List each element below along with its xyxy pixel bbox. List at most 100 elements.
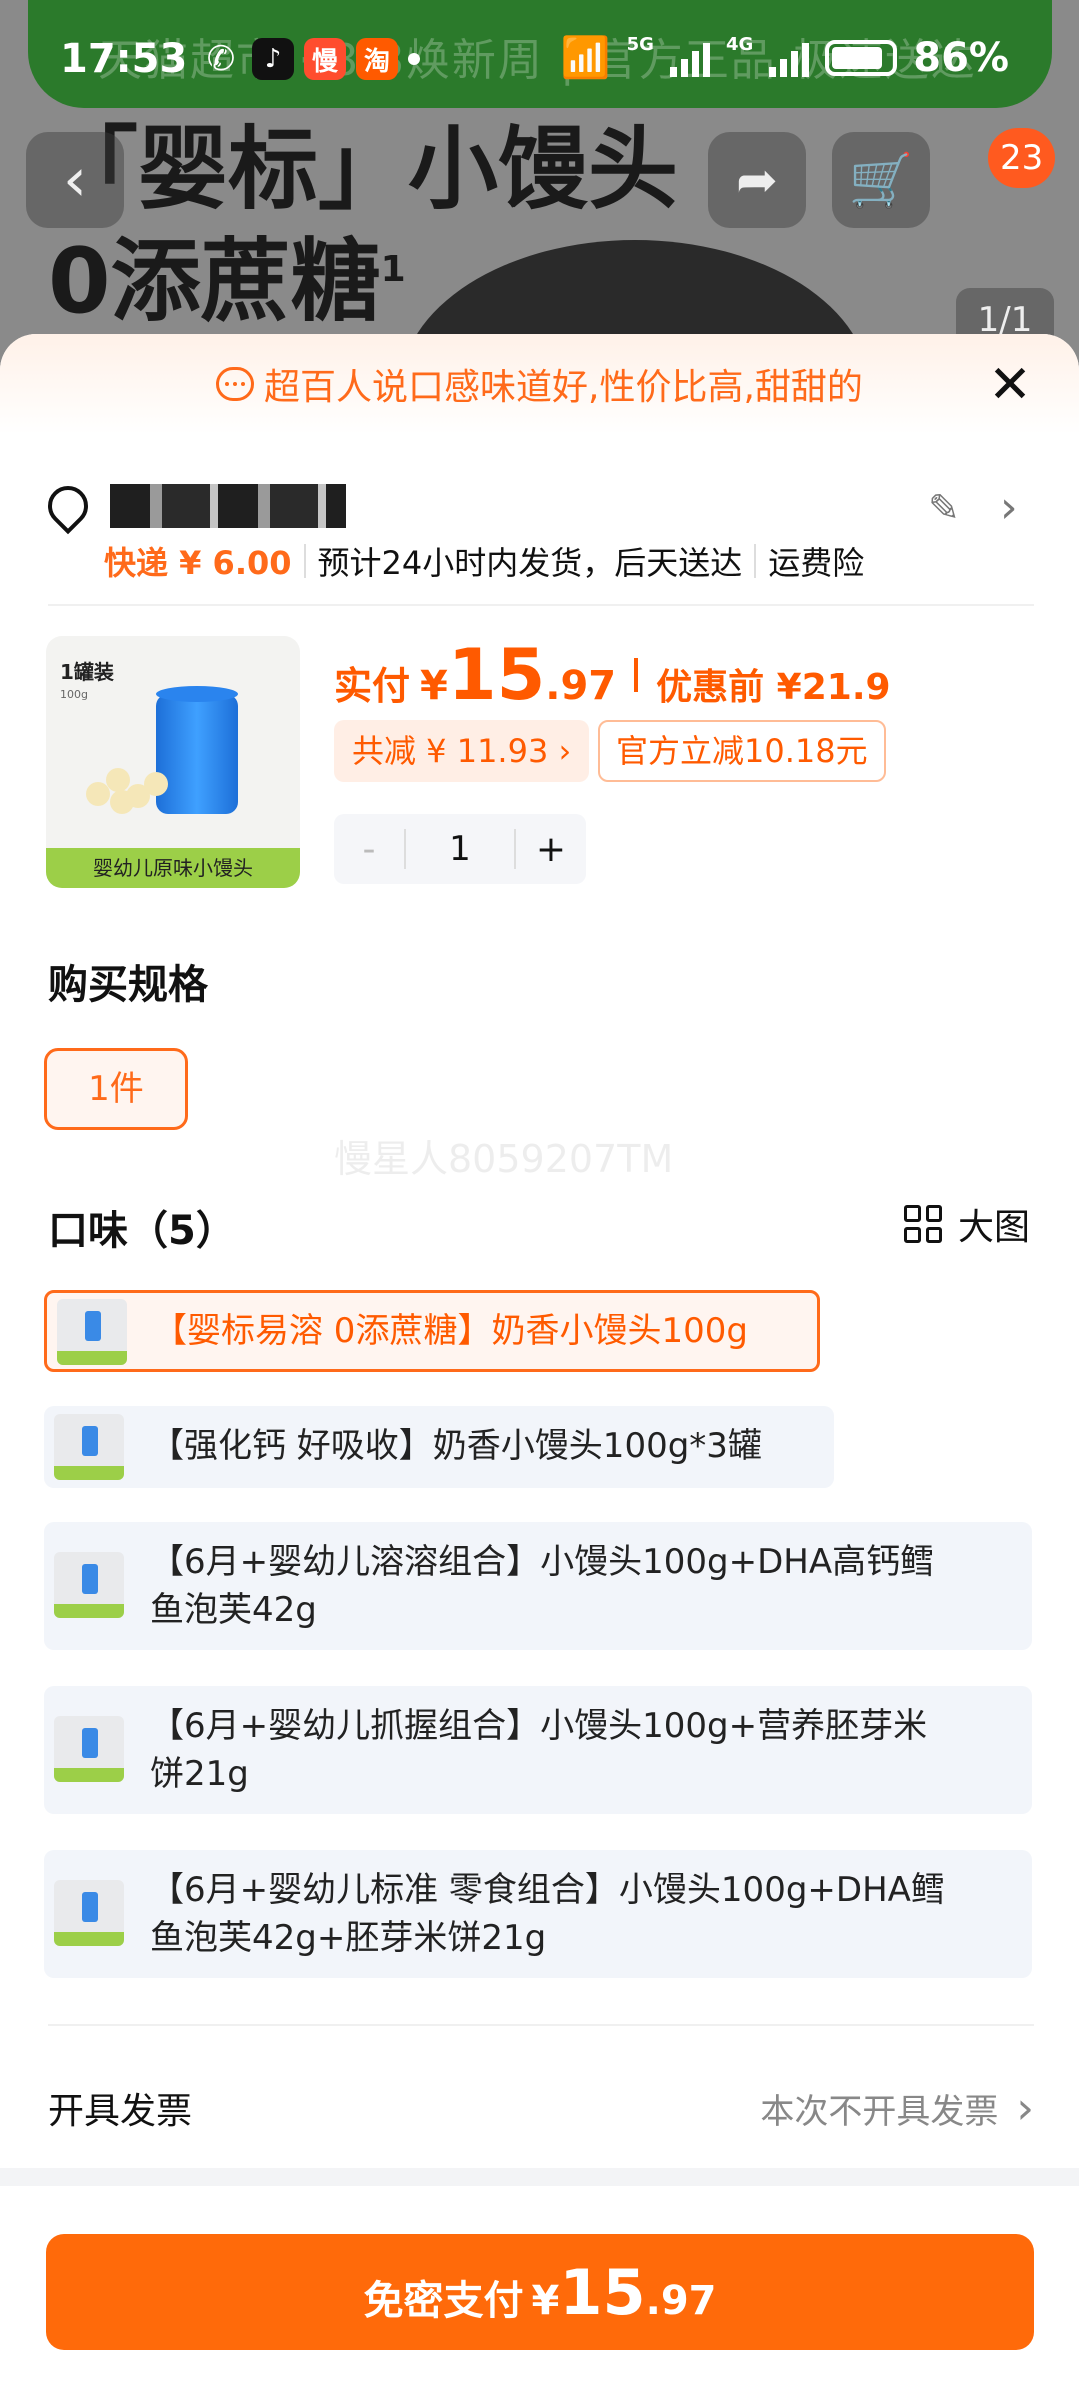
review-banner: 超百人说口感味道好,性价比高,甜甜的 ✕ [0, 334, 1079, 434]
battery-percent: 86% [913, 34, 1009, 81]
quantity-value[interactable]: 1 [404, 829, 516, 869]
flavor-option-3[interactable]: 【6月+婴幼儿溶溶组合】小馒头100g+DHA高钙鳕 鱼泡芙42g [44, 1522, 1032, 1650]
flavor-option-label: 【婴标易溶 0添蔗糖】奶香小馒头100g [153, 1311, 748, 1351]
notification-icons: ✆ ♪ 慢 淘 [200, 38, 420, 80]
pay-button-currency: ¥ [531, 2278, 560, 2324]
flavor-option-label: 【6月+婴幼儿溶溶组合】小馒头100g+DHA高钙鳕 鱼泡芙42g [150, 1538, 934, 1634]
flavor-option-label: 【强化钙 好吸收】奶香小馒头100g*3罐 [150, 1426, 762, 1466]
tiktok-icon: ♪ [252, 38, 294, 80]
flavor-thumbnail [54, 1552, 124, 1618]
battery-level-fill [832, 46, 883, 69]
network-4g-label: 4G [725, 34, 754, 55]
big-image-label: 大图 [958, 1207, 1031, 1248]
share-button[interactable]: ➦ [708, 132, 806, 228]
close-icon: ✕ [988, 355, 1032, 415]
battery-icon [825, 39, 898, 76]
edit-address-icon[interactable]: ✎ [928, 486, 960, 530]
flavor-thumbnail [54, 1414, 124, 1480]
pack-label: 1罐装 [60, 660, 114, 684]
cart-icon: 🛒 [848, 150, 914, 211]
status-bar: 17:53 ✆ ♪ 慢 淘 📶 5G 4G 86% [0, 0, 1079, 120]
signal-4g-icon [769, 39, 810, 77]
dispatch-estimate: 预计24小时内发货，后天送达 [317, 544, 743, 582]
address-redacted [110, 484, 346, 528]
hero-title-line2: 0添蔗糖 [48, 229, 381, 334]
flavor-option-label-line2: 鱼泡芙42g [150, 1590, 317, 1630]
password-free-pay-button[interactable]: 免密支付 ¥ 15 .97 [46, 2234, 1034, 2350]
grid-view-icon [904, 1205, 942, 1243]
flavor-option-4[interactable]: 【6月+婴幼儿抓握组合】小馒头100g+营养胚芽米 饼21g [44, 1686, 1032, 1814]
more-notifications-dot [408, 53, 420, 65]
purchase-sheet: 超百人说口感味道好,性价比高,甜甜的 ✕ ✎ › 快递 ¥ 6.00 预计24小… [0, 334, 1079, 2400]
pay-button-price-decimal: .97 [645, 2278, 717, 2324]
chat-bubble-icon [216, 367, 255, 401]
price-before-discount: 优惠前 ¥21.9 [656, 667, 891, 708]
invoice-row[interactable]: 开具发票 本次不开具发票 › [48, 2068, 1034, 2148]
status-time: 17:53 [60, 36, 188, 82]
flavor-thumbnail [54, 1880, 124, 1946]
shipping-info: 快递 ¥ 6.00 预计24小时内发货，后天送达 运费险 [104, 538, 864, 584]
pack-weight: 100g [60, 688, 88, 701]
flavor-thumbnail [57, 1299, 127, 1365]
product-thumbnail[interactable]: 1罐装 100g 婴幼儿原味小馒头 [46, 636, 300, 888]
invoice-label: 开具发票 [48, 2091, 193, 2132]
official-discount-chip: 官方立减10.18元 [598, 720, 886, 782]
flavor-option-2[interactable]: 【强化钙 好吸收】奶香小馒头100g*3罐 [44, 1406, 834, 1488]
price-divider [634, 658, 639, 692]
signal-5g-icon [669, 39, 710, 77]
taobao-icon: 淘 [356, 38, 398, 80]
decrease-quantity-button[interactable]: - [334, 829, 404, 870]
product-hero-title: 「婴标」小馒头 0添蔗糖1 [48, 120, 678, 332]
manxingren-app-icon: 慢 [304, 38, 346, 80]
location-pin-icon [39, 477, 97, 535]
close-sheet-button[interactable]: ✕ [985, 359, 1035, 411]
spec-section-title: 购买规格 [48, 962, 208, 1008]
snack-balls-image [86, 762, 176, 814]
increase-quantity-button[interactable]: + [516, 829, 586, 870]
price-line: 实付 ¥ 15 .97 优惠前 ¥21.9 [334, 634, 891, 716]
divider [754, 544, 757, 578]
review-banner-text: 超百人说口感味道好,性价比高,甜甜的 [264, 367, 863, 408]
price-decimal: .97 [545, 663, 617, 709]
price-integer: 15 [447, 634, 546, 716]
quantity-stepper: - 1 + [334, 814, 586, 884]
shipping-fee: 快递 ¥ 6.00 [104, 544, 292, 582]
pay-button-label: 免密支付 [363, 2278, 524, 2324]
cart-count-badge: 23 [988, 128, 1056, 188]
back-button[interactable]: ‹ [26, 132, 124, 228]
footer-separator [0, 2168, 1079, 2186]
thumbnail-caption: 婴幼儿原味小馒头 [46, 848, 300, 888]
pay-label: 实付 [334, 664, 411, 708]
watermark: 慢星人8059207TM [334, 1137, 674, 1181]
flavor-option-label-line1: 【6月+婴幼儿抓握组合】小馒头100g+营养胚芽米 [150, 1706, 928, 1746]
shipping-insurance: 运费险 [768, 544, 865, 582]
flavor-option-label: 【6月+婴幼儿抓握组合】小馒头100g+营养胚芽米 饼21g [150, 1702, 927, 1798]
section-divider [48, 2024, 1034, 2026]
currency-symbol: ¥ [420, 663, 448, 709]
cart-button[interactable]: 🛒 [832, 132, 930, 228]
back-arrow-icon: ‹ [63, 145, 87, 215]
big-image-toggle[interactable]: 大图 [904, 1198, 1030, 1250]
flavor-section-title: 口味（5） [48, 1208, 236, 1254]
chevron-right-icon: › [1000, 482, 1018, 533]
flavor-option-label: 【6月+婴幼儿标准 零食组合】小馒头100g+DHA鳕 鱼泡芙42g+胚芽米饼2… [150, 1866, 945, 1962]
flavor-option-label-line2: 饼21g [150, 1754, 249, 1794]
flavor-option-label-line2: 鱼泡芙42g+胚芽米饼21g [150, 1918, 547, 1958]
flavor-option-1[interactable]: 【婴标易溶 0添蔗糖】奶香小馒头100g [44, 1290, 820, 1372]
shipping-address-row[interactable]: ✎ › 快递 ¥ 6.00 预计24小时内发货，后天送达 运费险 [39, 474, 1038, 584]
chevron-right-icon: › [1016, 2082, 1034, 2134]
flavor-option-label-line1: 【6月+婴幼儿溶溶组合】小馒头100g+DHA高钙鳕 [150, 1542, 935, 1582]
flavor-thumbnail [54, 1716, 124, 1782]
hero-title-line1: 「婴标」小馒头 [48, 117, 678, 222]
spec-option-1[interactable]: 1件 [44, 1048, 188, 1130]
flavor-option-5[interactable]: 【6月+婴幼儿标准 零食组合】小馒头100g+DHA鳕 鱼泡芙42g+胚芽米饼2… [44, 1850, 1032, 1978]
hero-title-footnote: 1 [380, 249, 406, 290]
wechat-icon: ✆ [206, 39, 236, 79]
total-saving-chip[interactable]: 共减 ¥ 11.93 › [334, 720, 590, 782]
flavor-option-label-line1: 【6月+婴幼儿标准 零食组合】小馒头100g+DHA鳕 [150, 1870, 945, 1910]
share-icon: ➦ [736, 151, 778, 209]
section-divider [48, 604, 1034, 606]
network-5g-label: 5G [626, 34, 654, 55]
pay-button-price-integer: 15 [559, 2256, 646, 2329]
invoice-value: 本次不开具发票 [760, 2091, 999, 2132]
